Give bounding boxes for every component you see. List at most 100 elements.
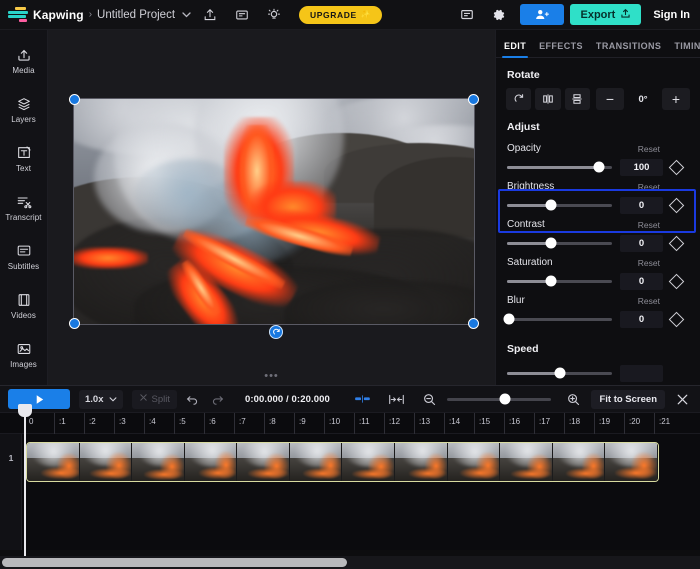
project-name[interactable]: Untitled Project (97, 9, 175, 21)
resize-handle-top-right[interactable] (468, 94, 479, 105)
slider-value[interactable]: 0 (620, 234, 663, 252)
timeline-playhead[interactable] (18, 404, 32, 560)
redo-arrow-icon[interactable] (207, 389, 229, 409)
slider-value[interactable]: 100 (620, 158, 663, 176)
slider-track[interactable] (507, 199, 612, 211)
tab-timing[interactable]: TIMING (674, 41, 700, 57)
timeline-clip[interactable] (26, 442, 659, 482)
flip-horizontal-icon[interactable] (535, 88, 561, 110)
sidebar-item-transcript[interactable]: Transcript (0, 183, 48, 232)
upgrade-label: UPGRADE (310, 9, 357, 20)
tab-transitions[interactable]: TRANSITIONS (596, 41, 661, 57)
sidebar-item-videos[interactable]: Videos (0, 281, 48, 330)
slider-track[interactable] (507, 237, 612, 249)
flip-vertical-icon[interactable] (564, 88, 590, 110)
reset-button[interactable]: Reset (638, 220, 660, 230)
slider-track[interactable] (507, 275, 612, 287)
close-x-icon[interactable] (672, 389, 692, 409)
upgrade-button[interactable]: UPGRADE ✨ (299, 5, 383, 24)
keyframe-diamond-icon[interactable] (668, 235, 685, 251)
sign-in-button[interactable]: Sign In (653, 9, 690, 21)
clip-thumbnail (447, 443, 501, 481)
split-button[interactable]: Split (131, 389, 177, 409)
timecode-display: 0:00.000 / 0:20.000 (245, 394, 330, 405)
gear-icon[interactable] (486, 4, 512, 26)
export-label: Export (580, 8, 616, 21)
comment-panel-icon[interactable] (454, 4, 480, 26)
slider-track[interactable] (503, 313, 612, 325)
playback-speed-value: 1.0x (85, 393, 104, 405)
rotate-handle-icon[interactable] (269, 325, 283, 339)
timeline-tracks[interactable]: 1 (0, 434, 700, 550)
split-scissors-icon (139, 393, 148, 405)
sidebar-item-media[interactable]: Media (0, 36, 48, 85)
slider-value[interactable]: 0 (620, 196, 663, 214)
horizontal-scrollbar-track[interactable] (0, 556, 700, 569)
reset-button[interactable]: Reset (638, 258, 660, 268)
reset-button[interactable]: Reset (638, 296, 660, 306)
top-bar: Kapwing › Untitled Project UPGRADE ✨ Exp… (0, 0, 700, 30)
clip-thumbnail (289, 443, 343, 481)
sidebar-item-text[interactable]: Text (0, 134, 48, 183)
timeline-zoom-slider[interactable] (447, 393, 552, 405)
track-gutter (0, 434, 22, 550)
playback-speed-select[interactable]: 1.0x (79, 389, 123, 409)
tab-effects[interactable]: EFFECTS (539, 41, 583, 57)
kapwing-logo-icon[interactable] (8, 6, 28, 23)
slider-value[interactable]: 0 (620, 310, 663, 328)
rotation-degrees-value[interactable]: 0° (628, 94, 658, 105)
rotate-ccw-icon[interactable] (506, 88, 532, 110)
image-picture-icon (16, 340, 32, 357)
zoom-out-magnifier-icon[interactable] (418, 389, 440, 409)
speed-value[interactable] (620, 364, 663, 382)
track-number-label: 1 (8, 453, 14, 463)
reset-button[interactable]: Reset (638, 182, 660, 192)
chevron-down-icon[interactable] (182, 10, 191, 20)
speed-slider-track[interactable] (507, 367, 612, 379)
timeline-ruler[interactable]: 0 :1 :2 :3 :4 :5 :6 :7 :8 :9 :10 :11 :12… (0, 413, 700, 434)
ruler-tick: :15 (474, 413, 490, 434)
zoom-in-magnifier-icon[interactable] (562, 389, 584, 409)
panel-drag-dots[interactable]: ••• (264, 370, 279, 382)
sidebar-item-subtitles[interactable]: Subtitles (0, 232, 48, 281)
tab-edit[interactable]: EDIT (501, 41, 529, 58)
keyframe-diamond-icon[interactable] (668, 197, 685, 213)
fit-to-screen-button[interactable]: Fit to Screen (591, 389, 665, 409)
video-preview[interactable] (73, 98, 475, 325)
horizontal-scrollbar-thumb[interactable] (2, 558, 347, 567)
resize-handle-bottom-left[interactable] (69, 318, 80, 329)
playhead-handle[interactable] (18, 404, 32, 417)
slider-label: Opacity (507, 143, 541, 154)
canvas-stage[interactable]: ••• (48, 30, 495, 385)
upload-share-icon[interactable] (197, 4, 223, 26)
rotate-controls: − 0° + (496, 88, 700, 110)
timeline-toolbar: 1.0x Split 0:00.000 / 0:20.000 Fit to Sc… (0, 385, 700, 413)
export-button[interactable]: Export (570, 4, 642, 25)
slider-value[interactable]: 0 (620, 272, 663, 290)
sidebar-item-images[interactable]: Images (0, 330, 48, 379)
sidebar-item-label: Videos (11, 311, 36, 320)
resize-handle-bottom-right[interactable] (468, 318, 479, 329)
keyframe-diamond-icon[interactable] (668, 159, 685, 175)
marker-toggle-icon[interactable] (352, 389, 374, 409)
comment-box-icon[interactable] (229, 4, 255, 26)
slider-label: Contrast (507, 219, 545, 230)
text-edit-icon (16, 144, 32, 161)
ruler-tick: :1 (54, 413, 66, 434)
reset-button[interactable]: Reset (638, 144, 660, 154)
sidebar-item-label: Images (10, 360, 37, 369)
sidebar-item-layers[interactable]: Layers (0, 85, 48, 134)
lightbulb-icon[interactable] (261, 4, 287, 26)
add-collaborator-button[interactable] (520, 4, 565, 25)
rotation-decrease-button[interactable]: − (595, 88, 624, 110)
rotation-increase-button[interactable]: + (661, 88, 690, 110)
breadcrumb-separator: › (88, 9, 93, 20)
fit-range-icon[interactable] (385, 389, 407, 409)
brand-name[interactable]: Kapwing (33, 8, 84, 22)
resize-handle-top-left[interactable] (69, 94, 80, 105)
keyframe-diamond-icon[interactable] (668, 311, 685, 327)
sidebar-item-label: Subtitles (7, 262, 40, 271)
undo-arrow-icon[interactable] (181, 389, 203, 409)
slider-track[interactable] (507, 161, 612, 173)
keyframe-diamond-icon[interactable] (668, 273, 685, 289)
